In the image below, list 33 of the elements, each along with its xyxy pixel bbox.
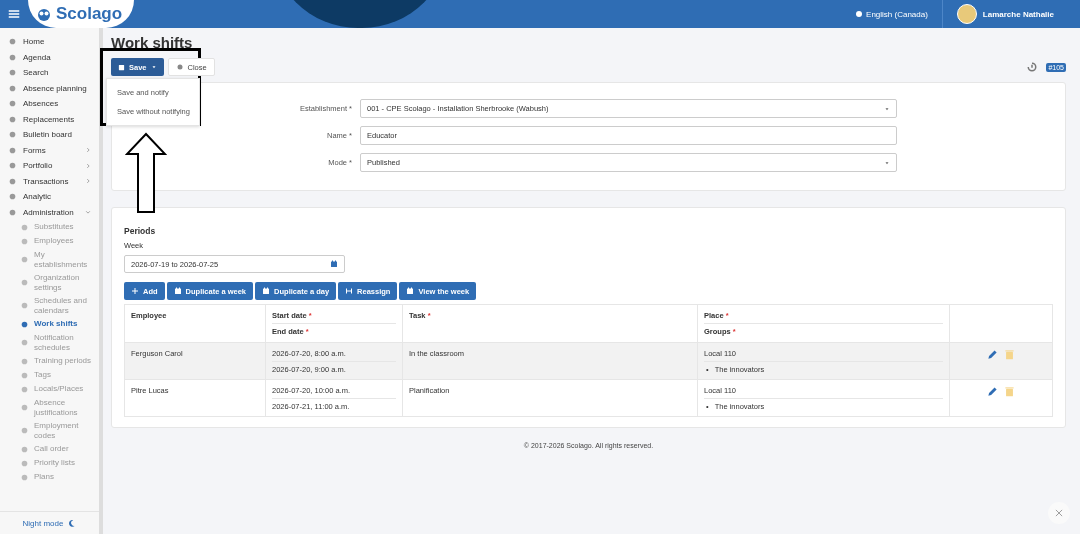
page-title: Work shifts [111,34,194,51]
sidebar-subitem[interactable]: Organization settings [0,271,99,294]
sidebar-subitem[interactable]: Work shifts [0,317,99,331]
sidebar-item[interactable]: Portfolio [0,158,99,174]
sidebar-item[interactable]: Administration [0,204,99,220]
sidebar-subitem[interactable]: Tags [0,368,99,382]
sidebar-item[interactable]: Bulletin board [0,127,99,143]
sidebar-item[interactable]: Replacements [0,111,99,127]
sidebar-item[interactable]: Search [0,65,99,81]
sidebar-subitem[interactable]: Locals/Places [0,382,99,396]
sidebar-item[interactable]: Agenda [0,49,99,65]
sidebar-subitem[interactable]: Substitutes [0,220,99,234]
sidebar-subitem[interactable]: Plans [0,470,99,484]
sidebar-subitem[interactable]: Employment codes [0,419,99,442]
sidebar-subitem[interactable]: Training periods [0,354,99,368]
sidebar-subitem[interactable]: Priority lists [0,456,99,470]
logo[interactable]: Scolago [28,0,135,28]
sidebar-subitem[interactable]: Absence justifications [0,396,99,419]
user-name[interactable]: Lamarche Nathalie [982,9,1054,19]
sidebar-subitem[interactable]: Schedules and calendars [0,294,99,317]
sidebar-subitem[interactable]: My establishments [0,248,99,271]
sidebar-item[interactable]: Absences [0,96,99,112]
sidebar-item[interactable]: Forms [0,142,99,158]
sidebar-item[interactable]: Transactions [0,173,99,189]
sidebar-item[interactable]: Analytic [0,189,99,205]
sidebar-item[interactable]: Absence planning [0,80,99,96]
sidebar-subitem[interactable]: Employees [0,234,99,248]
sidebar-subitem[interactable]: Call order [0,442,99,456]
language-selector[interactable]: English (Canada) [855,0,943,28]
sidebar-subitem[interactable]: Notification schedules [0,331,99,354]
sidebar-item[interactable]: Home [0,34,99,50]
section-title: Periods [124,226,157,236]
night-mode-toggle[interactable]: Night mode [0,511,99,534]
